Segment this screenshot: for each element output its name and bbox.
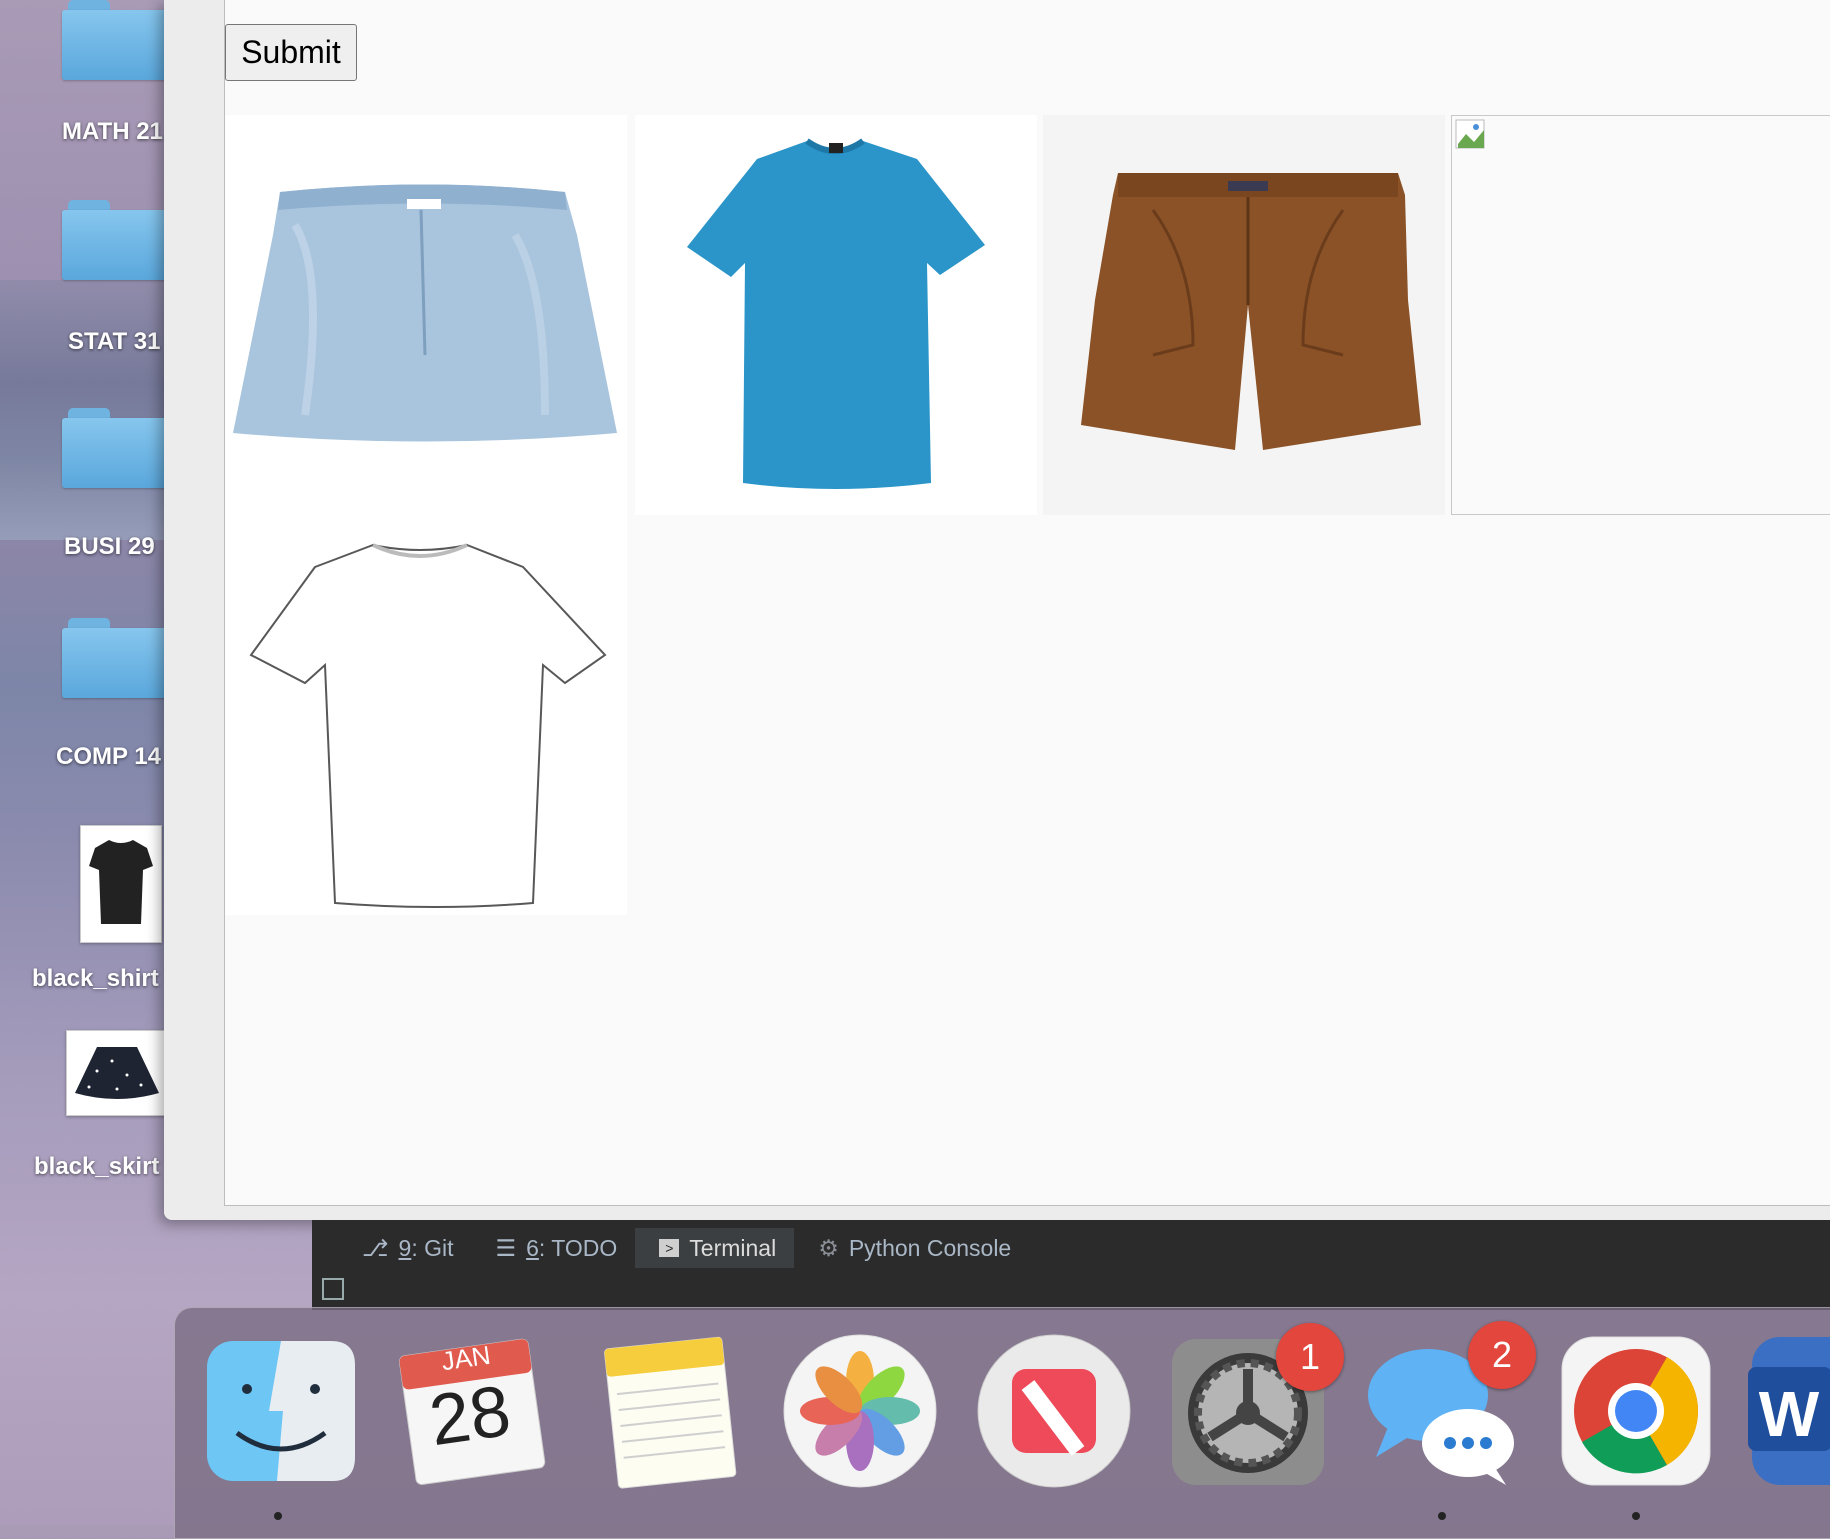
desktop-item-label[interactable]: black_skirt bbox=[34, 1153, 159, 1181]
browser-content: Submit bbox=[224, 0, 1830, 1206]
submit-button[interactable]: Submit bbox=[225, 24, 357, 81]
desktop-item-label[interactable]: BUSI 29 bbox=[64, 533, 155, 561]
git-branch-icon: ⎇ bbox=[362, 1234, 389, 1261]
folder-icon[interactable] bbox=[62, 0, 172, 80]
product-image-blue-t-shirt[interactable] bbox=[635, 115, 1037, 515]
product-image-broken[interactable] bbox=[1451, 115, 1830, 515]
desktop-item-label[interactable]: black_shirt bbox=[32, 965, 159, 993]
running-indicator bbox=[274, 1512, 282, 1520]
desktop-item-label[interactable]: STAT 31 bbox=[68, 328, 160, 356]
terminal-icon: > bbox=[659, 1239, 680, 1257]
tab-terminal[interactable]: > Terminal bbox=[635, 1228, 795, 1268]
ide-tabs: ⎇ 9: Git ☰ 6: TODO > Terminal ⚙ Python C… bbox=[312, 1228, 1029, 1268]
tab-git[interactable]: ⎇ 9: Git bbox=[312, 1228, 471, 1268]
news-icon[interactable] bbox=[976, 1333, 1132, 1489]
folder-icon[interactable] bbox=[62, 408, 172, 488]
product-image-brown-shorts[interactable] bbox=[1043, 115, 1445, 515]
photos-icon[interactable] bbox=[782, 1333, 938, 1489]
desktop-item-label[interactable]: MATH 21 bbox=[62, 118, 163, 146]
running-indicator bbox=[1632, 1512, 1640, 1520]
calendar-icon[interactable]: JAN 28 bbox=[393, 1333, 549, 1489]
notes-icon[interactable] bbox=[589, 1333, 745, 1489]
running-indicator bbox=[1438, 1512, 1446, 1520]
finder-icon[interactable] bbox=[203, 1333, 359, 1489]
broken-image-icon bbox=[1455, 119, 1485, 149]
word-icon[interactable]: W bbox=[1748, 1333, 1830, 1489]
list-icon: ☰ bbox=[495, 1234, 517, 1261]
black-skirt-thumbnail[interactable] bbox=[66, 1030, 168, 1116]
folder-icon[interactable] bbox=[62, 618, 172, 698]
notification-badge: 2 bbox=[1468, 1321, 1536, 1389]
desktop-item-label[interactable]: COMP 14 bbox=[56, 743, 161, 771]
restore-layout-icon[interactable] bbox=[322, 1278, 344, 1300]
notification-badge: 1 bbox=[1276, 1323, 1344, 1391]
word-letter: W bbox=[1758, 1378, 1820, 1450]
folder-icon[interactable] bbox=[62, 200, 172, 280]
calendar-day: 28 bbox=[424, 1370, 516, 1462]
chrome-icon[interactable] bbox=[1558, 1333, 1714, 1489]
python-icon: ⚙ bbox=[818, 1234, 839, 1261]
tab-python-console[interactable]: ⚙ Python Console bbox=[794, 1228, 1029, 1268]
product-image-white-t-shirt[interactable] bbox=[225, 515, 627, 915]
black-shirt-thumbnail[interactable] bbox=[80, 825, 162, 943]
product-image-denim-skirt[interactable] bbox=[225, 115, 627, 515]
tab-todo[interactable]: ☰ 6: TODO bbox=[471, 1228, 635, 1268]
